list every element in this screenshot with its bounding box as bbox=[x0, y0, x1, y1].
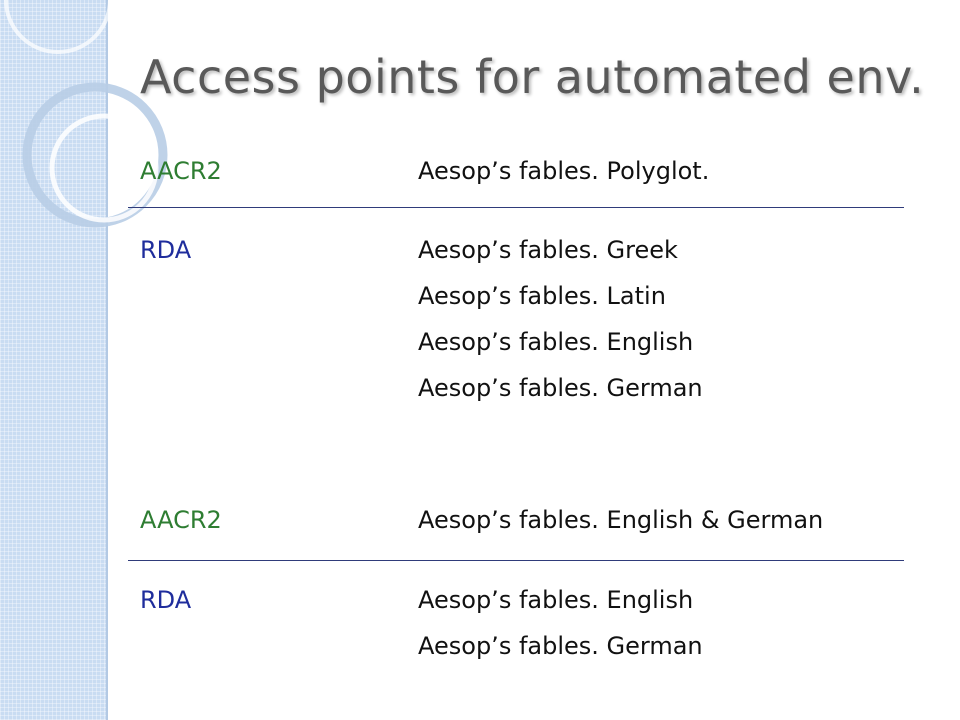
divider-line bbox=[128, 207, 904, 208]
access-point-heading: Aesop’s fables. Greek bbox=[418, 236, 678, 264]
decorative-rings bbox=[4, 0, 168, 228]
access-point-heading: Aesop’s fables. Latin bbox=[418, 282, 666, 310]
rda-label: RDA bbox=[140, 586, 192, 614]
access-point-heading: Aesop’s fables. English bbox=[418, 328, 694, 356]
access-point-heading: Aesop’s fables. Polyglot. bbox=[418, 157, 710, 185]
access-point-heading: Aesop’s fables. English & German bbox=[418, 506, 824, 534]
top-ring bbox=[4, 0, 112, 54]
aacr2-label: AACR2 bbox=[140, 506, 222, 534]
divider-line bbox=[128, 560, 904, 561]
aacr2-label: AACR2 bbox=[140, 157, 222, 185]
slide-title: Access points for automated env. bbox=[140, 50, 925, 104]
access-point-heading: Aesop’s fables. English bbox=[418, 586, 694, 614]
rda-label: RDA bbox=[140, 236, 192, 264]
access-point-heading: Aesop’s fables. German bbox=[418, 374, 703, 402]
access-point-heading: Aesop’s fables. German bbox=[418, 632, 703, 660]
